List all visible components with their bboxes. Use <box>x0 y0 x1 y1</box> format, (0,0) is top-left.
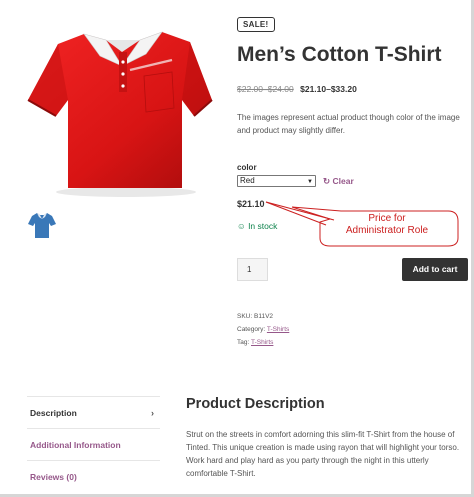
tab-description[interactable]: Description › <box>27 396 160 428</box>
sku-line: SKU: B11V2 <box>237 313 273 320</box>
check-circle-icon: ☺ <box>237 221 246 231</box>
sku-value: B11V2 <box>253 313 274 320</box>
chevron-right-icon: › <box>151 408 154 418</box>
category-line: Category: T-Shirts <box>237 326 289 333</box>
product-description-body: Strut on the streets in comfort adorning… <box>186 430 460 478</box>
product-page: SALE! Men’s Cotton T-Shirt $22.00–$24.00… <box>0 0 474 497</box>
short-description: The images represent actual product thou… <box>237 113 460 135</box>
tab-label: Description <box>30 408 77 418</box>
tab-label: Reviews (0) <box>30 472 77 482</box>
clear-variation-link[interactable]: ↻ Clear <box>323 176 354 187</box>
callout-line-1: Price for <box>368 213 406 224</box>
color-label: color <box>237 163 257 172</box>
product-tabs: Description › Additional Information Rev… <box>27 396 160 492</box>
stock-status: ☺ In stock <box>237 221 277 231</box>
callout-line-2: Administrator Role <box>345 225 429 236</box>
sku-label: SKU: <box>237 313 253 320</box>
refresh-icon: ↻ <box>323 176 331 186</box>
chevron-down-icon: ▼ <box>307 179 313 185</box>
red-polo-shirt-image <box>27 31 213 197</box>
blue-shirt-thumbnail-image <box>28 213 56 238</box>
callout-text: Price for Administrator Role <box>327 213 447 237</box>
tab-reviews[interactable]: Reviews (0) <box>27 460 160 492</box>
variation-price: $21.10 <box>237 199 265 209</box>
tag-label: Tag: <box>237 339 250 346</box>
product-image[interactable] <box>22 12 216 200</box>
color-select-value: Red <box>240 176 255 185</box>
clear-label: Clear <box>332 176 354 186</box>
add-to-cart-button[interactable]: Add to cart <box>402 258 468 281</box>
tab-label: Additional Information <box>30 440 121 450</box>
quantity-input[interactable]: 1 <box>237 258 268 281</box>
regular-price: $22.00–$24.00 <box>237 84 294 94</box>
tag-line: Tag: T-Shirts <box>237 339 273 346</box>
category-label: Category: <box>237 326 266 333</box>
category-link[interactable]: T-Shirts <box>267 326 289 333</box>
price-range: $22.00–$24.00 $21.10–$33.20 <box>237 84 357 94</box>
tab-additional-information[interactable]: Additional Information <box>27 428 160 460</box>
product-description-title: Product Description <box>186 396 325 412</box>
color-select[interactable]: Red ▼ <box>237 175 316 187</box>
tag-link[interactable]: T-Shirts <box>251 339 273 346</box>
sale-badge: SALE! <box>237 17 275 32</box>
product-thumbnail[interactable] <box>28 210 56 240</box>
stock-label: In stock <box>248 221 278 231</box>
product-title: Men’s Cotton T-Shirt <box>237 43 442 66</box>
sale-price: $21.10–$33.20 <box>300 84 357 94</box>
